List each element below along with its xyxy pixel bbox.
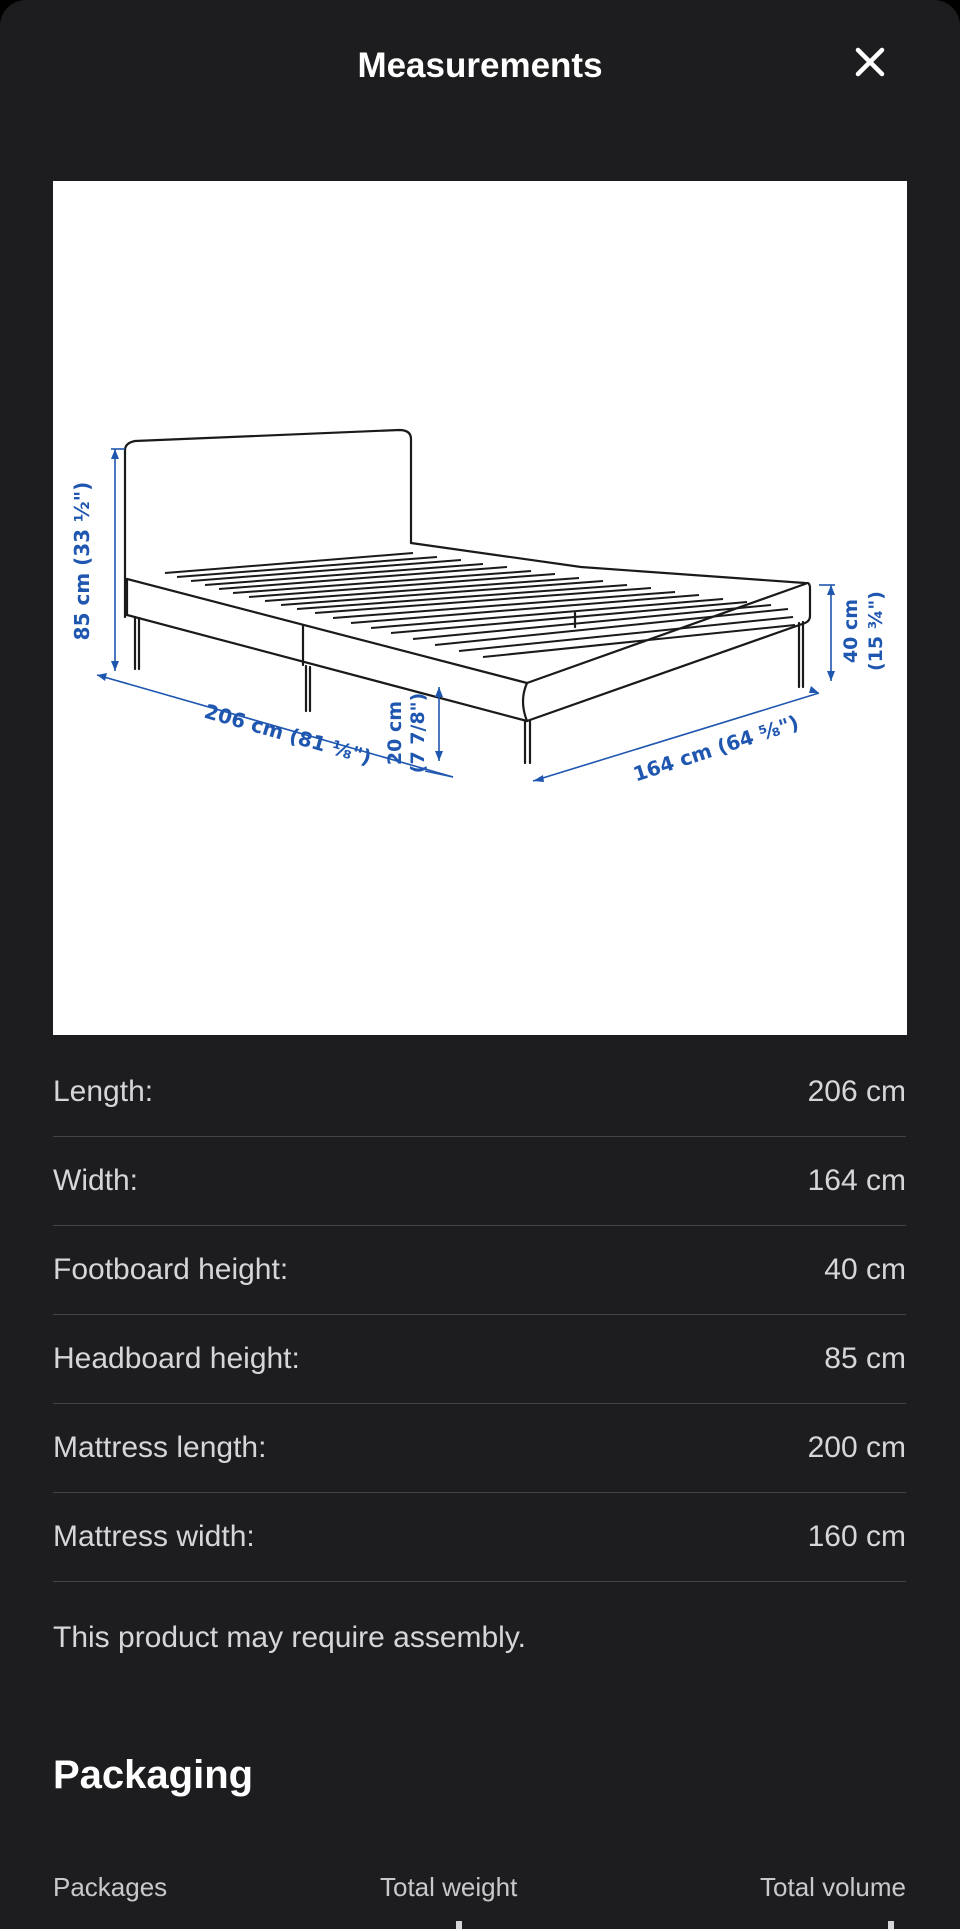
sheet-title: Measurements [357,46,603,85]
dimension-value: 40 cm [824,1253,906,1286]
close-button[interactable] [846,38,894,86]
packaging-value-cutoff [888,1921,894,1929]
footboard-height-label-cm: 40 cm [840,599,862,663]
packaging-value-cutoff [456,1921,462,1929]
bed-dimension-diagram: 85 cm (33 ½") 206 cm (81 ⅛") 20 cm (7 7/… [53,181,907,1035]
total-weight-column-header: Total weight [380,1872,518,1902]
dimension-label: Length: [53,1075,154,1108]
dimension-value: 200 cm [807,1431,906,1464]
bed-leg [133,615,141,671]
dimension-list: Length: 206 cm Width: 164 cm Footboard h… [53,1048,906,1582]
measurements-sheet: Measurements 85 cm (33 ½") 206 cm (81 ⅛"… [0,0,960,1929]
dimension-label: Headboard height: [53,1342,300,1375]
dimension-label: Footboard height: [53,1253,289,1286]
width-label: 164 cm (64 ⅝") [630,710,802,786]
dimension-label: Width: [53,1164,139,1197]
close-icon [855,47,885,77]
dimension-value: 85 cm [824,1342,906,1375]
dimension-row-mattress-length: Mattress length: 200 cm [53,1404,906,1493]
clearance-label-in: (7 7/8") [407,693,429,773]
dimension-row-headboard-height: Headboard height: 85 cm [53,1315,906,1404]
dimension-label: Mattress width: [53,1520,255,1553]
slats [164,552,796,658]
dimension-value: 206 cm [807,1075,906,1108]
sheet-header: Measurements [0,0,960,132]
dimension-label: Mattress length: [53,1431,267,1464]
length-label: 206 cm (81 ⅛") [202,699,375,770]
dimension-value: 160 cm [807,1520,906,1553]
assembly-note: This product may require assembly. [53,1621,526,1654]
dimension-row-length: Length: 206 cm [53,1048,906,1137]
packages-column-header: Packages [53,1872,168,1902]
dimension-row-mattress-width: Mattress width: 160 cm [53,1493,906,1582]
total-volume-column-header: Total volume [760,1872,906,1902]
dimension-row-footboard-height: Footboard height: 40 cm [53,1226,906,1315]
dimension-row-width: Width: 164 cm [53,1137,906,1226]
headboard-height-label: 85 cm (33 ½") [70,482,94,641]
packaging-heading: Packaging [53,1753,254,1797]
clearance-label-cm: 20 cm [384,701,406,765]
footboard-height-label-in: (15 ¾") [865,591,887,671]
dimension-value: 164 cm [807,1164,906,1197]
bed-line-drawing: 85 cm (33 ½") 206 cm (81 ⅛") 20 cm (7 7/… [70,428,887,786]
